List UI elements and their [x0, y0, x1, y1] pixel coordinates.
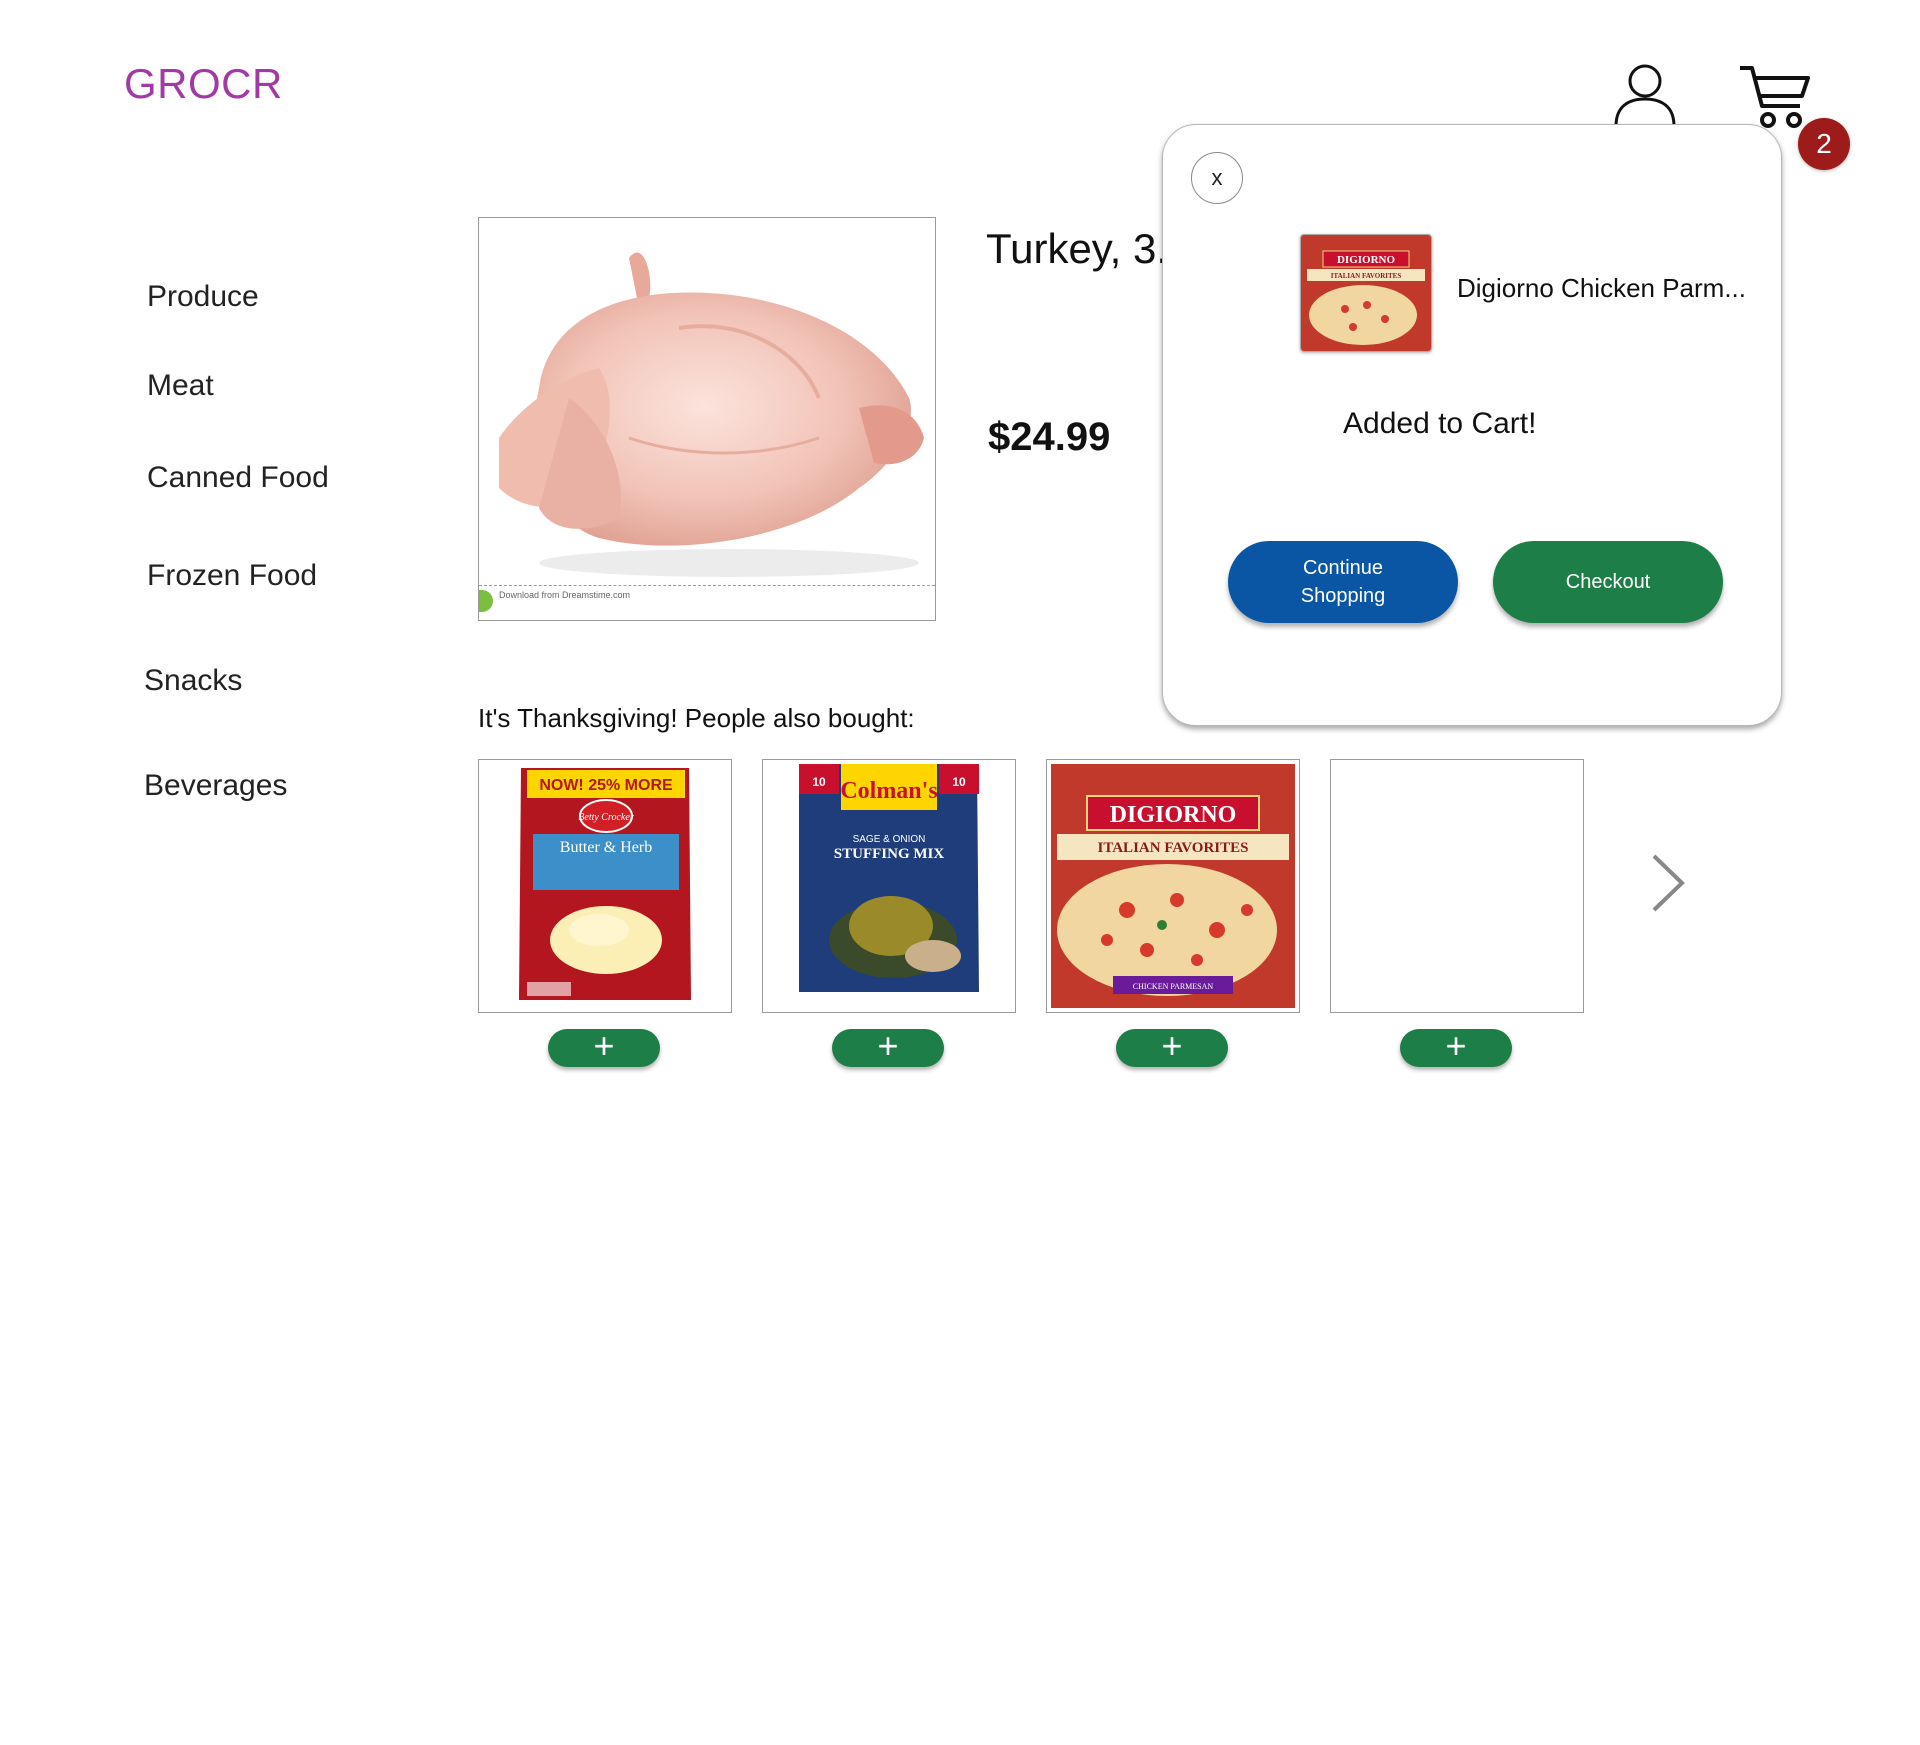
- logo[interactable]: GROCR: [124, 60, 283, 108]
- rec-item-stuffing-mix[interactable]: 10 10 Colman's SAGE & ONION STUFFING MIX: [762, 759, 1016, 1013]
- rec-2-serves-right: 10: [952, 775, 966, 789]
- add-to-cart-button[interactable]: +: [548, 1028, 660, 1067]
- add-to-cart-button[interactable]: +: [832, 1028, 944, 1067]
- rec-2-serves-left: 10: [812, 775, 826, 789]
- rec-3-flavor: CHICKEN PARMESAN: [1133, 982, 1214, 991]
- checkout-label: Checkout: [1565, 571, 1651, 593]
- product-image: Download from Dreamstime.com: [478, 217, 936, 621]
- rec-1-brand: Betty Crocker: [578, 812, 634, 823]
- watermark-text: Download from Dreamstime.com: [499, 590, 631, 600]
- sidebar-item-produce[interactable]: Produce: [147, 280, 259, 314]
- watermark-logo-icon: [479, 590, 493, 612]
- rec-2-product: STUFFING MIX: [834, 846, 945, 862]
- cart-count-badge[interactable]: 2: [1798, 118, 1850, 170]
- checkout-button[interactable]: Checkout: [1493, 541, 1723, 623]
- add-to-cart-button[interactable]: +: [1116, 1028, 1228, 1067]
- rec-item-mashed-potatoes[interactable]: NOW! 25% MORE Betty Crocker Butter & Her…: [478, 759, 732, 1013]
- also-bought-heading: It's Thanksgiving! People also bought:: [478, 703, 915, 733]
- product-title: Turkey, 3.: [986, 225, 1169, 272]
- rec-1-flavor: Butter & Herb: [560, 839, 652, 856]
- rec-2-flavor: SAGE & ONION: [853, 834, 926, 845]
- close-button[interactable]: x: [1191, 152, 1243, 204]
- rec-3-line: ITALIAN FAVORITES: [1098, 840, 1249, 856]
- continue-shopping-button[interactable]: Continue Shopping: [1228, 541, 1458, 623]
- digiorno-thumbnail: DIGIORNO ITALIAN FAVORITES: [1301, 235, 1431, 351]
- chevron-right-icon[interactable]: [1650, 852, 1686, 914]
- added-to-cart-popup: x DIGIORNO ITALIAN FAVORITES Digiorno Ch…: [1162, 124, 1782, 726]
- popup-thumb-line: ITALIAN FAVORITES: [1331, 272, 1402, 280]
- product-price: $24.99: [988, 415, 1111, 459]
- rec-item-empty[interactable]: [1330, 759, 1584, 1013]
- mashed-potatoes-package: NOW! 25% MORE Betty Crocker Butter & Her…: [519, 768, 691, 1000]
- sidebar-item-frozen-food[interactable]: Frozen Food: [147, 559, 317, 593]
- stuffing-mix-package: 10 10 Colman's SAGE & ONION STUFFING MIX: [799, 764, 979, 992]
- rec-2-brand: Colman's: [840, 778, 937, 804]
- sidebar-item-canned-food[interactable]: Canned Food: [147, 461, 329, 495]
- continue-shopping-label: Continue Shopping: [1300, 557, 1386, 607]
- rec-1-badge: NOW! 25% MORE: [539, 777, 673, 794]
- digiorno-pizza-package: DIGIORNO ITALIAN FAVORITES CHICKEN PARME…: [1051, 764, 1295, 1008]
- sidebar-item-meat[interactable]: Meat: [147, 369, 214, 403]
- added-to-cart-message: Added to Cart!: [1343, 407, 1537, 440]
- sidebar-item-beverages[interactable]: Beverages: [144, 769, 287, 803]
- user-icon[interactable]: [1612, 62, 1678, 128]
- turkey-illustration: [499, 252, 924, 577]
- rec-item-digiorno-pizza[interactable]: DIGIORNO ITALIAN FAVORITES CHICKEN PARME…: [1046, 759, 1300, 1013]
- popup-item-thumbnail: DIGIORNO ITALIAN FAVORITES: [1300, 234, 1432, 352]
- popup-thumb-brand: DIGIORNO: [1337, 254, 1396, 266]
- popup-item-name: Digiorno Chicken Parm...: [1457, 273, 1746, 303]
- add-to-cart-button[interactable]: +: [1400, 1028, 1512, 1067]
- rec-3-brand: DIGIORNO: [1110, 802, 1237, 828]
- sidebar-item-snacks[interactable]: Snacks: [144, 664, 242, 698]
- image-watermark-footer: Download from Dreamstime.com: [479, 585, 935, 620]
